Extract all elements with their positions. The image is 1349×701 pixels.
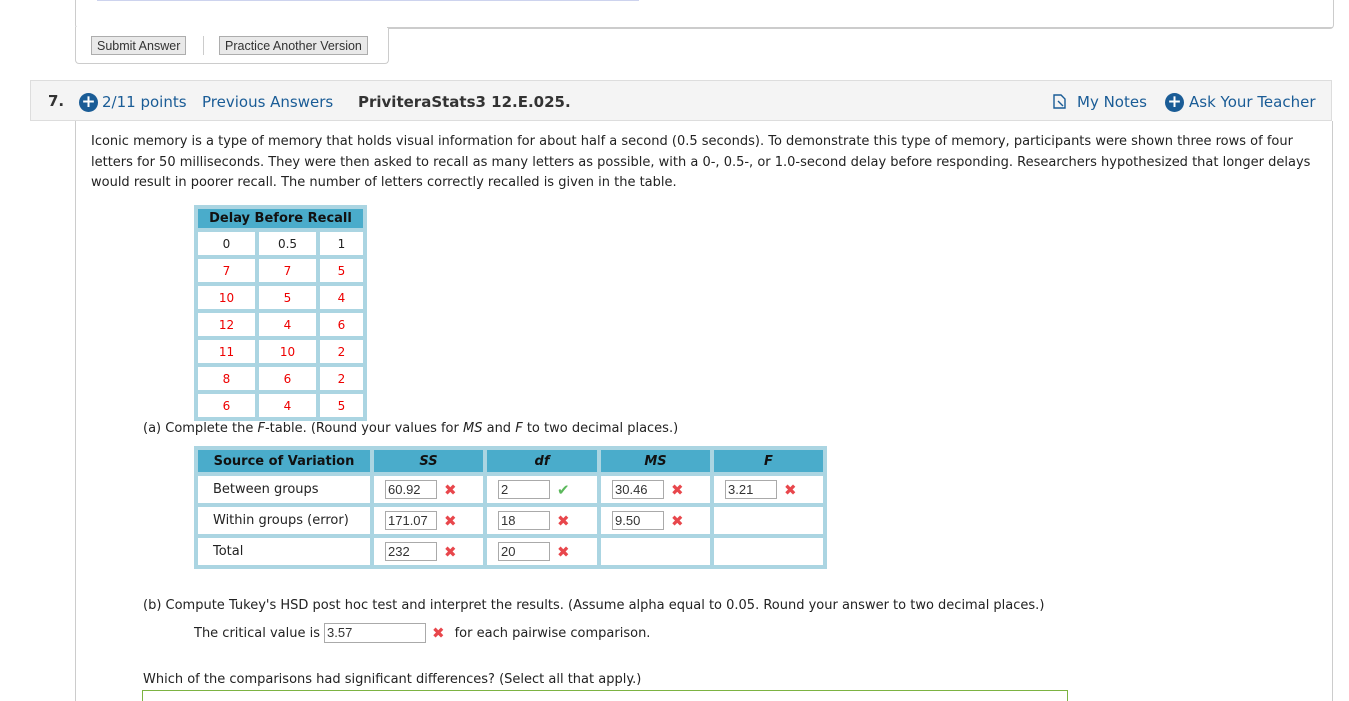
delay-data-table: Delay Before Recall 0 0.5 1 775 10 5 4 12 4… [194,205,367,421]
question-header: 7. + 2/11 points Previous Answers Privit… [30,80,1332,121]
delay-header: 1 [320,232,363,255]
incorrect-icon: ✖ [671,511,684,530]
part-a-instructions: (a) Complete the F-table. (Round your va… [143,421,678,436]
data-cell: 6 [320,313,363,336]
ms-between-input[interactable]: 30.46 [612,480,664,499]
data-cell: 5 [320,394,363,417]
text: -table. (Round your values for [264,421,463,436]
divider [387,27,1333,28]
column-header: SS [374,450,483,472]
question-intro: Iconic memory is a type of memory that h… [91,134,1311,190]
critical-value-input[interactable]: 3.57 [324,623,427,643]
data-cell: 12 [198,313,255,336]
data-cell: 4 [259,394,316,417]
ss-between-input[interactable]: 60.92 [385,480,437,499]
notes-icon [1053,94,1066,113]
row-label: Between groups [198,476,370,503]
column-header: F [714,450,823,472]
submit-answer-button[interactable]: Submit Answer [91,36,187,55]
comparisons-options-box [142,690,1068,701]
expand-points-icon[interactable]: + [79,93,98,112]
data-cell: 11 [198,340,255,363]
incorrect-icon: ✖ [671,480,684,499]
text: to two decimal places.) [522,421,679,436]
ms-within-input[interactable]: 9.50 [612,511,664,530]
critical-value-label: The critical value is [194,625,321,641]
data-cell: 5 [320,259,363,282]
ss-within-input[interactable]: 171.07 [385,511,437,530]
table-row: 11 10 2 [198,340,363,363]
row-label: Within groups (error) [198,507,370,534]
data-cell: 5 [259,286,316,309]
f-input[interactable]: 3.21 [725,480,777,499]
data-cell: 4 [259,313,316,336]
column-header: df [487,450,597,472]
table-row: 10 5 4 [198,286,363,309]
ask-teacher-plus-icon: + [1165,93,1184,112]
table-row: 775 [198,259,363,282]
column-header: Source of Variation [198,450,370,472]
incorrect-icon: ✖ [444,542,457,561]
delay-header: 0 [198,232,255,255]
incorrect-icon: ✖ [444,511,457,530]
ask-your-teacher-link[interactable]: Ask Your Teacher [1189,93,1316,111]
table-row: Total 232 ✖ 20 ✖ [198,538,823,565]
previous-answers-link[interactable]: Previous Answers [202,93,333,111]
data-cell: 6 [259,367,316,390]
critical-value-suffix: for each pairwise comparison. [454,625,651,641]
df-within-input[interactable]: 18 [498,511,550,530]
data-cell: 7 [259,259,316,282]
previous-answer-bar [97,0,639,1]
incorrect-icon: ✖ [557,511,570,530]
df-total-input[interactable]: 20 [498,542,550,561]
delay-header: 0.5 [259,232,316,255]
critical-value-row: The critical value is 3.57 ✖ for each pa… [194,623,650,643]
text: F [257,421,265,436]
table-row: 12 4 6 [198,313,363,336]
button-separator [203,36,204,55]
empty-cell [601,538,710,565]
text: (a) Complete the [143,421,258,436]
column-header: MS [601,450,710,472]
text: F [515,421,523,436]
incorrect-icon: ✖ [784,480,797,499]
data-cell: 10 [198,286,255,309]
row-label: Total [198,538,370,565]
my-notes-link[interactable]: My Notes [1077,93,1147,111]
question-number: 7. [48,92,65,110]
ss-total-input[interactable]: 232 [385,542,437,561]
text: MS [463,421,483,436]
empty-cell [714,538,823,565]
correct-check-icon: ✔ [557,480,570,499]
delay-table-title: Delay Before Recall [198,209,363,228]
previous-question-box [75,0,1334,29]
data-cell: 8 [198,367,255,390]
data-cell: 2 [320,340,363,363]
text: and [482,421,516,436]
comparisons-question: Which of the comparisons had significant… [143,672,642,687]
practice-another-version-button[interactable]: Practice Another Version [219,36,368,55]
empty-cell [714,507,823,534]
table-row: 862 [198,367,363,390]
incorrect-icon: ✖ [444,480,457,499]
data-cell: 6 [198,394,255,417]
points-link[interactable]: 2/11 points [102,93,187,111]
f-table: Source of Variation SS df MS F Between g… [194,446,827,569]
data-cell: 2 [320,367,363,390]
incorrect-icon: ✖ [557,542,570,561]
incorrect-icon: ✖ [432,624,445,642]
data-cell: 4 [320,286,363,309]
table-row: Within groups (error) 171.07 ✖ 18 ✖ 9.50 ✖ [198,507,823,534]
table-row: Between groups 60.92 ✖ 2 ✔ 30.46 ✖ 3.21 ✖ [198,476,823,503]
data-cell: 7 [198,259,255,282]
data-cell: 10 [259,340,316,363]
part-b-instructions: (b) Compute Tukey's HSD post hoc test an… [143,598,1045,613]
df-between-input[interactable]: 2 [498,480,550,499]
table-row: 645 [198,394,363,417]
question-title: PriviteraStats3 12.E.025. [358,93,571,111]
